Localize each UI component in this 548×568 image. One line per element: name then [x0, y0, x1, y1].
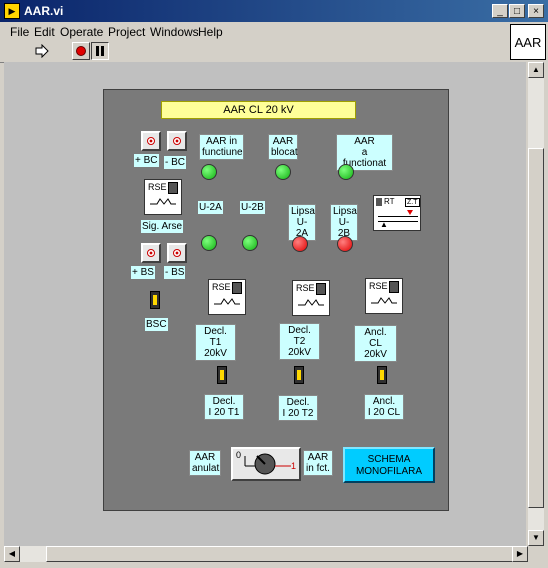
- decl-i20-t1-switch[interactable]: [217, 366, 227, 384]
- ancl-cl-rse-indicator[interactable]: RSE 3: [365, 278, 403, 314]
- decl-t2-label: Decl. T2 20kV: [279, 323, 320, 360]
- aar-in-fct-label: AAR in fct.: [303, 450, 333, 476]
- bc-minus-label: - BC: [164, 156, 186, 169]
- horizontal-scroll-thumb[interactable]: [46, 546, 516, 562]
- relay-symbol-icon: [371, 297, 397, 304]
- decl-t2-rse-indicator[interactable]: RSE 3: [292, 280, 330, 316]
- ancl-i20-cl-label: Ancl. I 20 CL: [364, 394, 404, 420]
- u2a-label: U-2A: [198, 201, 223, 214]
- panel-title: AAR CL 20 kV: [161, 101, 356, 119]
- decl-i20-t1-label: Decl. I 20 T1: [204, 394, 244, 420]
- close-button[interactable]: ×: [528, 4, 544, 18]
- menu-edit[interactable]: Edit: [34, 25, 55, 39]
- aar-blocat-led: [275, 164, 291, 180]
- aar-blocat-label: AAR blocat: [268, 134, 298, 160]
- ancl-cl-label: Ancl. CL 20kV: [354, 325, 397, 362]
- horizontal-scrollbar[interactable]: ◀ ▶: [4, 546, 528, 562]
- vertical-scroll-thumb[interactable]: [528, 148, 544, 508]
- timer-icon: ▲: [380, 220, 388, 229]
- relay-symbol-icon: [298, 299, 324, 306]
- vi-app-icon[interactable]: ▶: [4, 3, 20, 19]
- relay-symbol-icon: [214, 298, 240, 305]
- minimize-button[interactable]: _: [492, 4, 508, 18]
- bs-minus-label: - BS: [164, 266, 186, 279]
- decl-i20-t2-switch[interactable]: [294, 366, 304, 384]
- scroll-left-icon[interactable]: ◀: [4, 546, 20, 562]
- bsc-switch[interactable]: [150, 291, 160, 309]
- menu-project[interactable]: Project: [108, 25, 145, 39]
- toolbar: [0, 41, 510, 63]
- rotary-knob-icon: [244, 453, 291, 475]
- ancl-i20-cl-switch[interactable]: [377, 366, 387, 384]
- scroll-down-icon[interactable]: ▼: [528, 530, 544, 546]
- decl-i20-t2-label: Decl. I 20 T2: [278, 395, 318, 421]
- stop-button[interactable]: [72, 42, 90, 60]
- u2b-label: U-2B: [240, 201, 265, 214]
- aar-a-functionat-led: [338, 164, 354, 180]
- pause-icon: [96, 46, 99, 56]
- trip-arrow-icon: [407, 210, 413, 215]
- relay-symbol-icon: [150, 198, 176, 205]
- aar-in-functiune-label: AAR in functiune: [199, 134, 244, 160]
- bsc-label: BSC: [145, 318, 168, 331]
- decl-t1-rse-indicator[interactable]: RSE 3: [208, 279, 246, 315]
- menu-windows[interactable]: Windows: [150, 25, 199, 39]
- bc-minus-button[interactable]: [167, 131, 187, 151]
- vertical-scrollbar[interactable]: ▲ ▼: [528, 62, 544, 546]
- menu-operate[interactable]: Operate: [60, 25, 103, 39]
- vi-icon[interactable]: AAR: [510, 24, 546, 60]
- menu-help[interactable]: Help: [198, 25, 223, 39]
- scroll-right-icon[interactable]: ▶: [512, 546, 528, 562]
- schema-monofilara-button[interactable]: SCHEMA MONOFILARA: [343, 447, 435, 483]
- menu-bar: File Edit Operate Project Windows Help: [0, 22, 548, 41]
- scroll-up-icon[interactable]: ▲: [528, 62, 544, 78]
- u2b-led: [242, 235, 258, 251]
- bs-minus-button[interactable]: [167, 243, 187, 263]
- maximize-button[interactable]: □: [509, 4, 525, 18]
- title-bar[interactable]: [0, 0, 548, 22]
- bc-plus-label: + BC: [134, 154, 159, 167]
- bc-plus-button[interactable]: [141, 131, 161, 151]
- pause-button[interactable]: [91, 42, 109, 60]
- aar-in-functiune-led: [201, 164, 217, 180]
- aar-toggle-switch[interactable]: 0 1: [231, 447, 301, 481]
- bs-plus-label: + BS: [131, 266, 155, 279]
- decl-t1-label: Decl. T1 20kV: [195, 324, 236, 361]
- window-title: AAR.vi: [24, 4, 64, 18]
- stop-icon: [76, 46, 86, 56]
- bs-plus-button[interactable]: [141, 243, 161, 263]
- menu-file[interactable]: File: [10, 25, 29, 39]
- lipsa-u2b-led: [337, 236, 353, 252]
- run-arrow-icon[interactable]: [34, 44, 50, 58]
- aar-anulat-label: AAR anulat: [189, 450, 221, 476]
- rt-zt-relay-block[interactable]: RT Z.T ▲: [373, 195, 421, 231]
- sig-arse-label: Sig. Arse: [141, 220, 184, 233]
- sig-arse-rse-indicator[interactable]: RSE 3: [144, 179, 182, 215]
- u2a-led: [201, 235, 217, 251]
- lipsa-u2a-led: [292, 236, 308, 252]
